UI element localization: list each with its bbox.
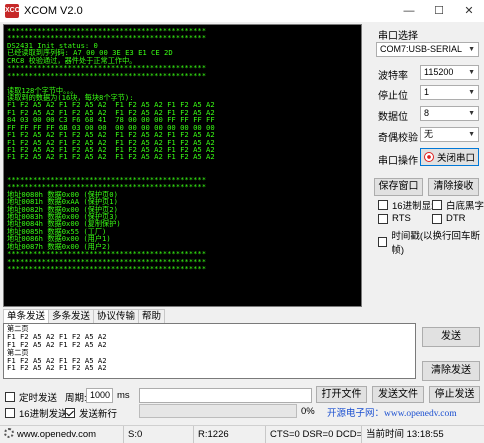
checkmark-icon [65,408,75,418]
close-port-label: 关闭串口 [436,153,475,164]
chevron-down-icon: ▼ [468,131,475,138]
status-sent: S:0 [124,426,194,443]
newline-send-label: 发送新行 [79,409,118,420]
port-status-icon [423,152,434,162]
checkbox-icon [378,200,388,210]
close-port-button[interactable]: 关闭串口 [420,148,479,166]
timestamp-checkbox[interactable]: 时间戳(以换行回车断帧) [378,228,484,256]
parity-label: 奇偶校验 [378,133,418,144]
send-tabs: 单条发送 多条发送 协议传输 帮助 [3,309,166,323]
send-file-button[interactable]: 发送文件 [372,386,424,403]
website-link[interactable]: 开源电子网：www.openedv.com [327,405,457,419]
timed-send-checkbox[interactable]: 定时发送 [5,390,57,404]
data-bits-select[interactable]: 8 ▼ [420,106,479,121]
send-textarea[interactable]: 第二页 F1 F2 A5 A2 F1 F2 A5 A2 F1 F2 A5 A2 F1… [3,323,416,379]
port-value: COM7:USB-SERIAL [380,44,463,54]
stop-bits-select[interactable]: 1 ▼ [420,85,479,100]
timestamp-label: 时间戳(以换行回车断帧) [391,231,480,256]
minimize-button[interactable]: — [394,0,424,22]
send-line: F1 F2 A5 A2 F1 F2 A5 A2 [7,339,107,349]
title-bar: XCOM XCOM V2.0 — ☐ ✕ [0,0,484,22]
status-time: 当前时间 13:18:55 [366,429,444,440]
port-label: 串口选择 [378,31,418,42]
tab-help[interactable]: 帮助 [138,309,166,323]
tab-multi-send[interactable]: 多条发送 [48,309,95,323]
chevron-down-icon: ▼ [468,110,475,117]
progress-percent: 0% [301,406,315,417]
period-unit: ms [117,390,130,401]
tab-single-send[interactable]: 单条发送 [3,309,50,323]
data-bits-value: 8 [424,108,430,118]
send-button[interactable]: 发送 [422,327,480,347]
terminal-line: F1 F2 A5 A2 F1 F2 A5 A2 F1 F2 A5 A2 F1 F… [7,152,215,162]
dtr-checkbox[interactable]: DTR [432,213,466,224]
status-lines: CTS=0 DSR=0 DCD=0 [266,426,362,443]
status-site-text[interactable]: www.openedv.com [17,429,96,440]
checkbox-icon [378,237,388,247]
newline-send-checkbox[interactable]: 发送新行 [65,406,117,420]
status-site: www.openedv.com [0,426,124,443]
baud-select[interactable]: 115200 ▼ [420,65,479,80]
stop-bits-value: 1 [424,87,430,97]
checkbox-icon [432,213,442,224]
hex-send-checkbox[interactable]: 16进制发送 [5,406,68,420]
checkbox-icon [378,213,388,224]
port-select[interactable]: COM7:USB-SERIAL ▼ [376,42,479,57]
open-file-button[interactable]: 打开文件 [316,386,367,403]
baud-label: 波特率 [378,71,408,82]
white-black-checkbox[interactable]: 白底黑字 [432,198,484,212]
file-path-input[interactable] [139,388,312,403]
stop-bits-label: 停止位 [378,91,408,102]
baud-value: 115200 [424,67,454,77]
hex-send-label: 16进制发送 [19,409,68,420]
chevron-down-icon: ▼ [468,69,475,76]
chevron-down-icon: ▼ [468,89,475,96]
send-progress-bar [139,404,297,418]
data-bits-label: 数据位 [378,112,408,123]
tab-protocol[interactable]: 协议传输 [93,309,140,323]
app-logo-icon: XCOM [5,4,26,18]
gear-icon[interactable] [4,428,14,438]
period-label: 周期: [65,393,87,404]
chevron-down-icon: ▼ [468,46,475,53]
rts-checkbox[interactable]: RTS [378,213,411,224]
close-window-button[interactable]: ✕ [454,0,484,22]
status-bar: www.openedv.com S:0 R:1226 CTS=0 DSR=0 D… [0,425,484,443]
checkbox-icon [5,408,15,418]
white-black-label: 白底黑字 [446,201,484,212]
terminal-line: ****************************************… [7,70,207,80]
period-input[interactable]: 1000 [86,388,113,403]
parity-value: 无 [424,129,434,139]
dtr-label: DTR [446,213,466,224]
checkbox-icon [432,200,442,210]
clear-receive-button[interactable]: 清除接收 [428,178,479,196]
checkbox-icon [5,392,15,402]
receive-terminal[interactable]: ****************************************… [3,24,362,307]
maximize-button[interactable]: ☐ [424,0,454,22]
save-window-button[interactable]: 保存窗口 [374,178,423,196]
timed-send-label: 定时发送 [19,393,58,404]
terminal-line: ****************************************… [7,264,207,273]
stop-send-button[interactable]: 停止发送 [429,386,480,403]
rts-label: RTS [392,213,411,224]
clear-send-button[interactable]: 清除发送 [422,361,480,381]
window-title: XCOM V2.0 [24,5,83,17]
port-op-label: 串口操作 [378,156,418,167]
status-received: R:1226 [194,426,266,443]
send-line: F1 F2 A5 A2 F1 F2 A5 A2 [7,363,107,373]
parity-select[interactable]: 无 ▼ [420,127,479,142]
